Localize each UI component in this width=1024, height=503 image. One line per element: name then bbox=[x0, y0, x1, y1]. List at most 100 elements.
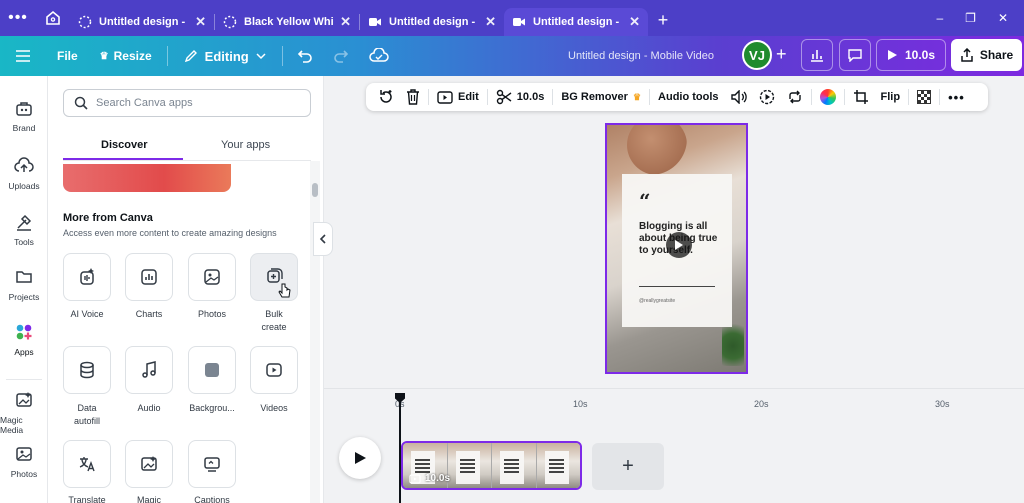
toolbar-separator bbox=[552, 89, 554, 105]
redo-button[interactable] bbox=[323, 49, 359, 63]
play-icon bbox=[675, 240, 683, 250]
share-button[interactable]: Share bbox=[951, 39, 1022, 71]
browser-tab-3[interactable]: Untitled design - M... ✕ bbox=[360, 8, 504, 36]
volume-button[interactable] bbox=[725, 90, 753, 104]
video-play-overlay[interactable] bbox=[666, 232, 692, 258]
magic-media-icon bbox=[16, 392, 32, 407]
upload-cloud-icon bbox=[14, 157, 34, 172]
close-tab-icon[interactable]: ✕ bbox=[485, 14, 496, 30]
browser-tab-title: Untitled design - M... bbox=[389, 16, 478, 28]
close-tab-icon[interactable]: ✕ bbox=[340, 14, 351, 30]
playback-button[interactable] bbox=[753, 89, 781, 105]
maximize-button[interactable]: ❐ bbox=[965, 11, 976, 25]
new-tab-button[interactable]: + bbox=[648, 10, 678, 31]
more-options-button[interactable]: ••• bbox=[942, 90, 971, 105]
app-tile-photos[interactable] bbox=[188, 253, 236, 301]
app-tile-magic[interactable] bbox=[125, 440, 173, 488]
video-clip[interactable]: 10.0s bbox=[401, 441, 582, 490]
browser-home-tab[interactable] bbox=[36, 4, 70, 32]
delete-button[interactable] bbox=[400, 89, 426, 105]
browser-tab-bar: ••• Untitled design - M... ✕ Black Yello… bbox=[0, 0, 1024, 36]
design-page[interactable]: “ Blogging is all about being true to yo… bbox=[605, 123, 748, 374]
video-frame-icon bbox=[437, 90, 453, 104]
rail-item-brand[interactable]: Brand bbox=[0, 98, 48, 133]
resize-button[interactable]: ♛ Resize bbox=[89, 49, 163, 63]
close-tab-icon[interactable]: ✕ bbox=[195, 14, 206, 30]
timeline: 0s 10s 20s 30s 10.0s + bbox=[324, 388, 1024, 503]
browser-tab-4-active[interactable]: Untitled design - M... ✕ bbox=[504, 8, 648, 36]
app-label-translate: Translate bbox=[68, 495, 106, 503]
add-page-button[interactable]: + bbox=[592, 443, 664, 490]
comments-button[interactable] bbox=[839, 39, 871, 71]
minimize-button[interactable]: – bbox=[936, 11, 943, 25]
rail-divider bbox=[6, 379, 42, 380]
undo-button[interactable] bbox=[287, 49, 323, 63]
replace-media-button[interactable] bbox=[372, 89, 400, 105]
play-icon bbox=[887, 50, 897, 60]
rail-item-photos[interactable]: Photos bbox=[0, 444, 48, 479]
search-icon bbox=[74, 96, 88, 110]
rail-label: Projects bbox=[8, 292, 40, 302]
rail-item-projects[interactable]: Projects bbox=[0, 267, 48, 302]
app-tile-translate[interactable] bbox=[63, 440, 111, 488]
loop-button[interactable] bbox=[781, 90, 809, 104]
browser-tab-title: Untitled design - M... bbox=[533, 16, 622, 28]
apps-search-input[interactable] bbox=[96, 97, 296, 109]
file-menu-button[interactable]: File bbox=[46, 49, 89, 63]
color-adjust-button[interactable] bbox=[814, 89, 842, 105]
app-tile-bulk-create[interactable] bbox=[250, 253, 298, 301]
app-tile-videos[interactable] bbox=[250, 346, 298, 394]
promo-banner[interactable] bbox=[63, 164, 231, 192]
rail-item-uploads[interactable]: Uploads bbox=[0, 156, 48, 191]
add-collaborator-button[interactable]: + bbox=[776, 45, 787, 63]
save-status-button[interactable] bbox=[359, 48, 399, 64]
browser-menu-dots-icon[interactable]: ••• bbox=[0, 0, 36, 36]
collapse-panel-button[interactable] bbox=[313, 222, 333, 256]
app-tile-captions[interactable] bbox=[188, 440, 236, 488]
bg-remover-button[interactable]: BG Remover ♛ bbox=[555, 91, 647, 103]
app-tile-charts[interactable] bbox=[125, 253, 173, 301]
bar-chart-icon bbox=[811, 50, 823, 62]
photos-icon bbox=[16, 447, 32, 461]
apps-search-box[interactable] bbox=[63, 89, 311, 117]
app-tile-backgrounds[interactable] bbox=[188, 346, 236, 394]
play-preview-button[interactable]: 10.0s bbox=[876, 39, 946, 71]
cloud-check-icon bbox=[368, 48, 389, 62]
browser-tab-2[interactable]: Black Yellow White... ✕ bbox=[215, 8, 359, 36]
toolbar-separator bbox=[810, 89, 812, 105]
rail-item-apps[interactable]: Apps bbox=[0, 322, 48, 357]
avatar[interactable]: VJ bbox=[742, 40, 772, 70]
translate-icon bbox=[79, 457, 95, 472]
edit-video-button[interactable]: Edit bbox=[431, 90, 485, 104]
tab-discover[interactable]: Discover bbox=[101, 139, 147, 151]
browser-tab-1[interactable]: Untitled design - M... ✕ bbox=[70, 8, 214, 36]
close-tab-icon[interactable]: ✕ bbox=[629, 14, 640, 30]
main-menu-button[interactable] bbox=[0, 49, 46, 63]
app-label-ai-voice: AI Voice bbox=[70, 309, 104, 319]
app-tile-data-autofill[interactable] bbox=[63, 346, 111, 394]
rail-item-tools[interactable]: Tools bbox=[0, 212, 48, 247]
app-tile-audio[interactable] bbox=[125, 346, 173, 394]
panel-scrollbar-track[interactable] bbox=[310, 161, 320, 503]
file-label: File bbox=[57, 49, 78, 63]
timeline-play-button[interactable] bbox=[339, 437, 381, 479]
flip-button[interactable]: Flip bbox=[875, 91, 907, 103]
split-duration-button[interactable]: 10.0s bbox=[490, 89, 551, 105]
rail-item-magic-media[interactable]: Magic Media bbox=[0, 390, 48, 435]
playhead-line[interactable] bbox=[399, 395, 401, 503]
panel-scrollbar-thumb[interactable] bbox=[312, 183, 318, 197]
crop-button[interactable] bbox=[847, 89, 875, 105]
share-label: Share bbox=[979, 48, 1014, 62]
app-label-charts: Charts bbox=[135, 309, 163, 319]
document-title[interactable]: Untitled design - Mobile Video bbox=[568, 50, 714, 62]
app-tile-ai-voice[interactable] bbox=[63, 253, 111, 301]
tab-your-apps[interactable]: Your apps bbox=[221, 139, 270, 151]
editing-mode-dropdown[interactable]: Editing bbox=[172, 49, 278, 64]
pencil-icon bbox=[184, 50, 197, 63]
audio-tools-button[interactable]: Audio tools bbox=[652, 91, 725, 103]
apps-panel: Discover Your apps More from Canva Acces… bbox=[48, 76, 324, 503]
canva-dotted-circle-icon bbox=[78, 15, 92, 29]
insights-button[interactable] bbox=[801, 39, 833, 71]
transparency-button[interactable] bbox=[911, 90, 937, 104]
close-window-button[interactable]: ✕ bbox=[998, 11, 1008, 25]
